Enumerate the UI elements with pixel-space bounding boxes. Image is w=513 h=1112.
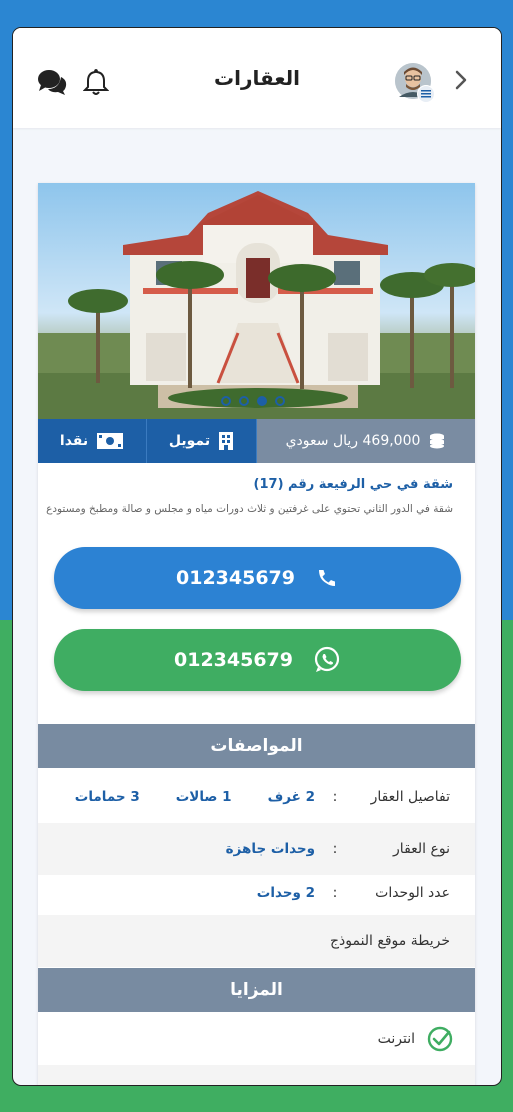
house-image — [38, 191, 475, 419]
type-colon: : — [332, 841, 338, 857]
feature-item: انترنت — [38, 1013, 475, 1065]
bell-icon[interactable] — [83, 68, 109, 96]
listing-title[interactable]: شقة في حي الرفيعة رقم (17) — [254, 477, 453, 492]
check-circle-icon — [427, 1026, 453, 1052]
type-row: نوع العقار : وحدات جاهزة — [38, 823, 475, 875]
menu-icon — [421, 90, 431, 98]
type-label: نوع العقار — [393, 841, 450, 857]
app-frame: العقارات 469,000 ريال سعودي تمويل نقدا ش… — [12, 27, 502, 1086]
units-label: عدد الوحدات — [375, 885, 450, 901]
carousel-dot-active[interactable] — [257, 396, 267, 406]
call-button[interactable]: 012345679 — [54, 547, 461, 609]
carousel-dots — [221, 396, 285, 406]
cash-label: نقدا — [59, 433, 89, 449]
price-text: 469,000 ريال سعودي — [285, 433, 421, 449]
details-row: تفاصيل العقار : 2 غرف 1 صالات 3 حمامات — [38, 771, 475, 823]
carousel-dot[interactable] — [275, 396, 285, 406]
finance-label: تمويل — [168, 433, 211, 449]
building-icon — [219, 432, 234, 450]
units-value: 2 وحدات — [256, 885, 315, 901]
property-card: 469,000 ريال سعودي تمويل نقدا شقة في حي … — [38, 183, 475, 1085]
details-label: تفاصيل العقار — [370, 789, 450, 805]
carousel-dot[interactable] — [221, 396, 231, 406]
carousel-dot[interactable] — [239, 396, 249, 406]
units-values: 2 وحدات — [257, 885, 325, 901]
cash-tab[interactable]: نقدا — [38, 419, 146, 463]
coins-icon — [430, 433, 445, 449]
chat-icon[interactable] — [37, 68, 67, 96]
finance-tab[interactable]: تمويل — [146, 419, 257, 463]
price-bar: 469,000 ريال سعودي تمويل نقدا — [38, 419, 475, 463]
map-label: خريطة موقع النموذج — [329, 933, 450, 949]
feature-label: انترنت — [377, 1031, 415, 1047]
listing-description: شقة في الدور الثاني تحتوي على غرفتين و ث… — [46, 503, 453, 515]
rooms-value: 2 غرف — [267, 789, 315, 805]
price-cell: 469,000 ريال سعودي — [257, 419, 475, 463]
phone-icon — [319, 570, 335, 586]
whatsapp-icon — [314, 646, 340, 672]
halls-value: 1 صالات — [175, 789, 232, 805]
whatsapp-button[interactable]: 012345679 — [54, 629, 461, 691]
details-values: 2 غرف 1 صالات 3 حمامات — [75, 789, 325, 805]
whatsapp-number: 012345679 — [174, 649, 293, 671]
app-header: العقارات — [13, 28, 501, 128]
units-colon: : — [332, 885, 338, 901]
baths-value: 3 حمامات — [74, 789, 140, 805]
type-values: وحدات جاهزة — [226, 841, 325, 857]
details-colon: : — [332, 789, 338, 805]
features-heading: المزايا — [38, 968, 475, 1012]
feature-item-next — [38, 1065, 475, 1085]
units-row: عدد الوحدات : 2 وحدات — [38, 875, 475, 915]
property-photo[interactable] — [38, 183, 475, 419]
specs-heading: المواصفات — [38, 724, 475, 768]
map-row[interactable]: خريطة موقع النموذج — [38, 915, 475, 967]
money-icon — [97, 433, 124, 449]
call-number: 012345679 — [176, 567, 295, 589]
type-value: وحدات جاهزة — [225, 841, 315, 857]
